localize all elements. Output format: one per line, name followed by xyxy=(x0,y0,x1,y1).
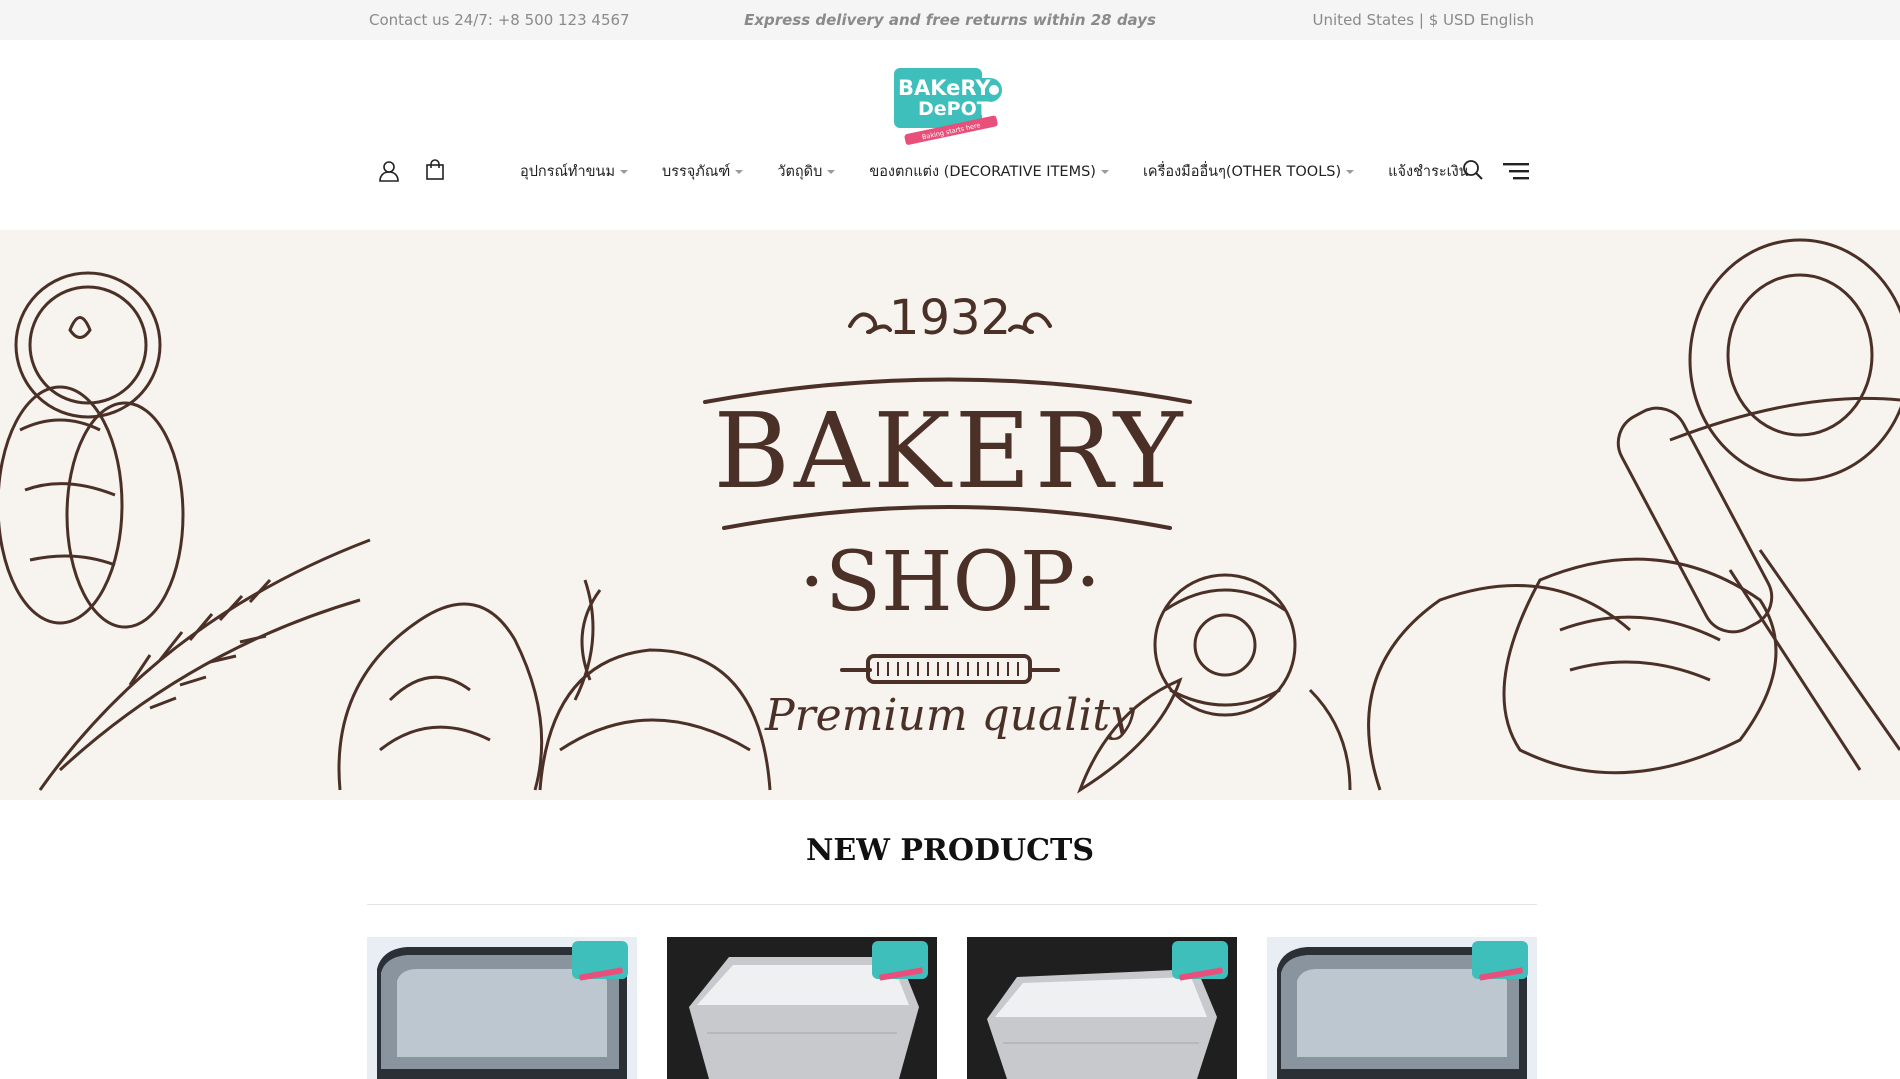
logo-text-line1: BAKeRY xyxy=(898,76,991,100)
product-image xyxy=(1267,937,1537,1079)
top-bar: Contact us 24/7: +8 500 123 4567 Express… xyxy=(0,0,1900,40)
site-logo[interactable]: BAKeRY DePOT Baking starts here xyxy=(890,62,1012,146)
product-card[interactable] xyxy=(367,937,637,1079)
locale-selector[interactable]: United States | $ USD English xyxy=(1313,11,1534,29)
nav-item-label: วัตถุดิบ xyxy=(777,164,823,180)
new-products-title: NEW PRODUCTS xyxy=(805,833,1095,868)
product-card[interactable] xyxy=(667,937,937,1079)
menu-button[interactable] xyxy=(1502,160,1530,182)
product-image xyxy=(967,937,1237,1079)
chevron-down-icon xyxy=(1100,169,1109,174)
user-icon xyxy=(379,161,399,182)
product-card[interactable] xyxy=(967,937,1237,1079)
product-card[interactable] xyxy=(1267,937,1537,1079)
hero-subtitle: ·SHOP· xyxy=(798,535,1102,630)
shopping-bag-icon xyxy=(426,159,444,180)
logo-text-line2: DePOT xyxy=(918,98,990,120)
chevron-down-icon xyxy=(620,169,629,174)
nav-item-label: บรรจุภัณฑ์ xyxy=(662,164,731,180)
main-nav: อุปกรณ์ทำขนม บรรจุภัณฑ์ วัตถุดิบ ของตกแต… xyxy=(520,160,1503,183)
hamburger-menu-icon xyxy=(1503,163,1529,180)
hero-title: BAKERY xyxy=(713,390,1187,512)
nav-item-label: อุปกรณ์ทำขนม xyxy=(520,164,616,180)
promo-text: Express delivery and free returns within… xyxy=(744,11,1156,29)
nav-item-label: เครื่องมืออื่นๆ(OTHER TOOLS) xyxy=(1142,164,1342,180)
cart-button[interactable] xyxy=(423,157,447,183)
nav-item-label: ของตกแต่ง (DECORATIVE ITEMS) xyxy=(869,164,1096,180)
hero-banner[interactable]: 1932 BAKERY ·SHOP· Premium quality xyxy=(0,230,1900,800)
nav-item-baking-tools[interactable]: อุปกรณ์ทำขนม xyxy=(520,160,629,183)
nav-item-label: แจ้งชำระเงิน xyxy=(1388,164,1469,180)
search-button[interactable] xyxy=(1460,157,1486,183)
nav-item-decorative-items[interactable]: ของตกแต่ง (DECORATIVE ITEMS) xyxy=(869,160,1109,183)
chevron-down-icon xyxy=(827,169,836,174)
nav-item-packaging[interactable]: บรรจุภัณฑ์ xyxy=(662,160,744,183)
account-button[interactable] xyxy=(376,158,402,184)
product-grid xyxy=(367,937,1537,1079)
hero-year: 1932 xyxy=(888,290,1012,346)
nav-item-payment-notice[interactable]: แจ้งชำระเงิน xyxy=(1388,160,1468,183)
chevron-down-icon xyxy=(735,169,744,174)
chevron-down-icon xyxy=(1346,169,1355,174)
nav-item-ingredients[interactable]: วัตถุดิบ xyxy=(777,160,836,183)
nav-item-other-tools[interactable]: เครื่องมืออื่นๆ(OTHER TOOLS) xyxy=(1142,160,1355,183)
product-image xyxy=(367,937,637,1079)
section-divider xyxy=(367,904,1537,905)
product-image xyxy=(667,937,937,1079)
search-icon xyxy=(1463,160,1483,180)
hero-tagline: Premium quality xyxy=(765,690,1135,741)
